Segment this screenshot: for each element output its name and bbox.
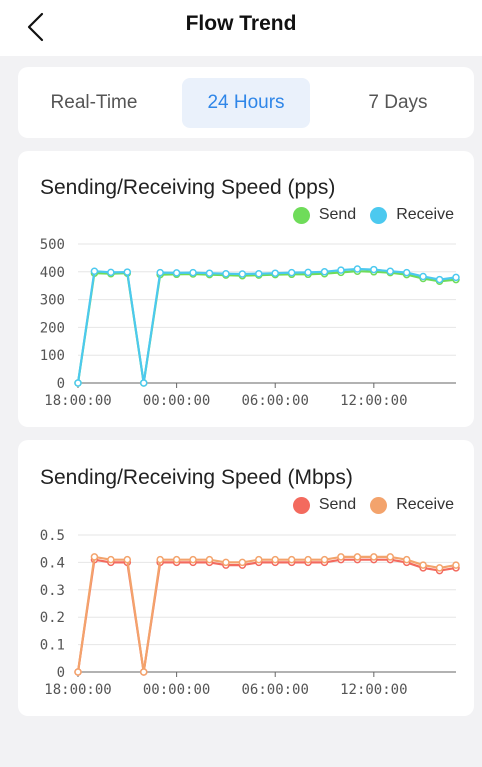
y-tick-label: 0.5 [40, 528, 65, 544]
data-point-receive[interactable] [90, 553, 99, 561]
data-point-receive[interactable] [386, 267, 395, 275]
data-point-receive[interactable] [435, 275, 444, 284]
data-point-receive[interactable] [304, 268, 312, 277]
x-tick-label: 06:00:00 [241, 682, 308, 698]
x-tick-label: 06:00:00 [241, 393, 308, 409]
data-point-receive[interactable] [287, 555, 296, 564]
y-tick-label: 0.2 [40, 610, 65, 626]
data-point-receive[interactable] [320, 555, 329, 564]
y-tick-label: 300 [40, 293, 65, 309]
data-point-receive[interactable] [156, 268, 164, 277]
data-point-receive[interactable] [370, 553, 378, 561]
y-tick-label: 0.4 [40, 555, 65, 571]
y-tick-label: 0.3 [40, 583, 65, 599]
data-point-receive[interactable] [419, 561, 427, 569]
data-point-receive[interactable] [74, 379, 82, 387]
data-point-receive[interactable] [419, 272, 427, 281]
data-point-receive[interactable] [222, 269, 230, 278]
series-line-receive [76, 267, 457, 385]
x-tick-label: 00:00:00 [143, 682, 210, 698]
data-point-receive[interactable] [402, 555, 411, 564]
data-point-receive[interactable] [271, 555, 279, 564]
x-tick-label: 12:00:00 [340, 682, 407, 698]
data-point-receive[interactable] [238, 558, 247, 567]
data-point-receive[interactable] [287, 268, 296, 277]
pps-line-chart: 500 400 300 200 100 018:00:00 00:00:00 06:00:00… [40, 237, 460, 409]
data-point-receive[interactable] [139, 668, 148, 676]
data-point-receive[interactable] [205, 269, 214, 277]
data-point-receive[interactable] [255, 269, 263, 278]
data-point-receive[interactable] [304, 555, 312, 564]
data-point-receive[interactable] [337, 266, 345, 274]
pps-chart-card: Sending/Receiving Speed (pps) Send Recei… [18, 151, 474, 427]
y-tick-label: 400 [40, 265, 65, 281]
x-tick-label: 18:00:00 [44, 393, 111, 409]
mbps-line-chart: 0.5 0.4 0.3 0.2 0.1 018:00:00 00:00:00 06:00:00… [40, 528, 460, 698]
mbps-chart-card: Sending/Receiving Speed (Mbps) Send Rece… [18, 440, 474, 716]
data-point-receive[interactable] [370, 265, 378, 274]
data-point-receive[interactable] [123, 268, 132, 276]
data-point-receive[interactable] [238, 270, 247, 278]
tab-real-time[interactable]: Real-Time [26, 78, 162, 128]
series-line-receive [76, 555, 457, 674]
page-title: Flow Trend [185, 12, 297, 35]
x-tick-label: 12:00:00 [340, 393, 407, 409]
header-bar: Flow Trend [0, 0, 482, 56]
data-point-receive[interactable] [353, 553, 362, 561]
data-point-receive[interactable] [337, 553, 345, 561]
tab-24-hours[interactable]: 24 Hours [182, 78, 310, 128]
y-tick-label: 0 [57, 376, 65, 392]
data-point-receive[interactable] [189, 555, 197, 564]
y-tick-label: 0 [57, 665, 65, 681]
data-point-receive[interactable] [90, 267, 99, 275]
x-tick-label: 00:00:00 [143, 393, 210, 409]
data-point-receive[interactable] [107, 555, 115, 564]
data-point-receive[interactable] [123, 555, 132, 564]
data-point-receive[interactable] [320, 268, 329, 276]
data-point-receive[interactable] [205, 555, 214, 564]
data-point-receive[interactable] [74, 668, 82, 676]
y-tick-label: 200 [40, 320, 65, 336]
data-point-receive[interactable] [452, 561, 460, 569]
data-point-receive[interactable] [189, 268, 197, 277]
data-point-receive[interactable] [386, 553, 395, 561]
y-tick-label: 100 [40, 348, 65, 364]
data-point-receive[interactable] [222, 558, 230, 567]
data-point-receive[interactable] [435, 564, 444, 572]
data-point-receive[interactable] [271, 269, 279, 277]
data-point-receive[interactable] [156, 555, 164, 564]
y-tick-label: 500 [40, 237, 65, 253]
data-point-receive[interactable] [353, 265, 362, 273]
data-point-receive[interactable] [452, 273, 460, 282]
time-range-tabs: Real-Time 24 Hours 7 Days [18, 67, 474, 138]
data-point-receive[interactable] [172, 269, 181, 277]
data-point-receive[interactable] [402, 268, 411, 277]
data-point-receive[interactable] [172, 555, 181, 564]
data-point-receive[interactable] [107, 268, 115, 277]
data-point-receive[interactable] [139, 379, 148, 387]
tab-7-days[interactable]: 7 Days [330, 78, 466, 128]
x-tick-label: 18:00:00 [44, 682, 111, 698]
y-tick-label: 0.1 [40, 638, 65, 654]
data-point-receive[interactable] [255, 555, 263, 564]
